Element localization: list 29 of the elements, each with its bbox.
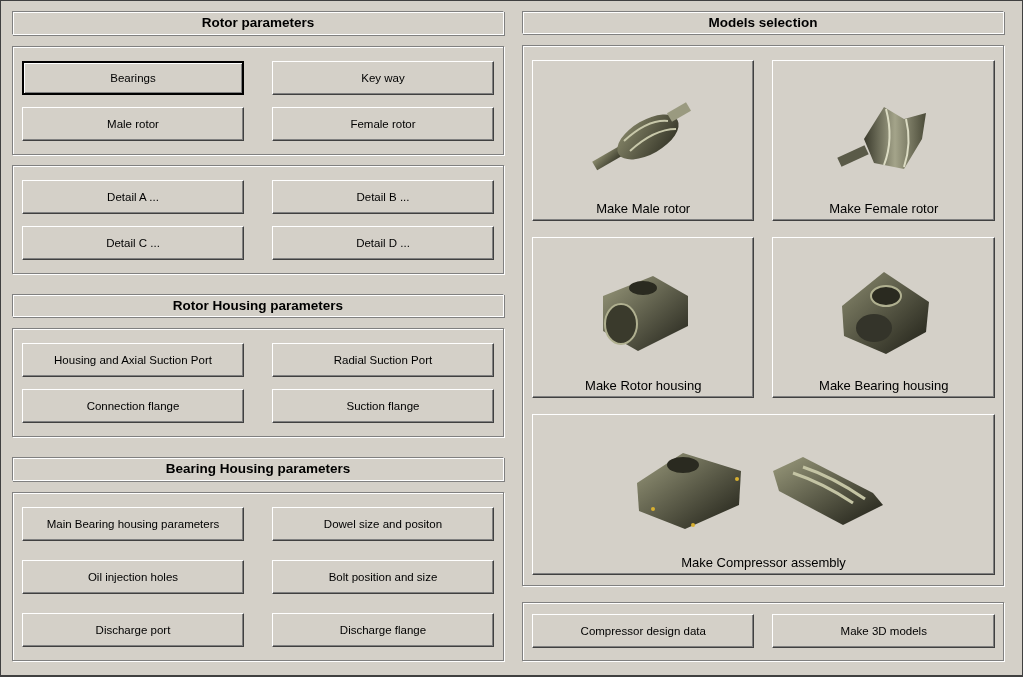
model-button[interactable]: Make Compressor assembly (532, 414, 995, 575)
section-title: Bearing Housing parameters (12, 457, 504, 481)
model-button[interactable]: Make Bearing housing (772, 237, 995, 398)
parameter-button[interactable]: Housing and Axial Suction Port (22, 343, 244, 378)
action-button[interactable]: Make 3D models (772, 614, 995, 648)
parameter-button[interactable]: Female rotor (272, 106, 494, 141)
parameter-button[interactable]: Discharge port (22, 613, 244, 647)
parameter-button[interactable]: Bolt position and size (272, 560, 494, 594)
parameter-button[interactable]: Detail C ... (22, 225, 244, 260)
model-button[interactable]: Make Male rotor (532, 60, 755, 221)
parameter-button[interactable]: Connection flange (22, 389, 244, 424)
parameter-button[interactable]: Male rotor (22, 106, 244, 141)
parameter-button[interactable]: Detail D ... (272, 225, 494, 260)
parameter-button[interactable]: Discharge flange (272, 613, 494, 647)
parameter-button[interactable]: Radial Suction Port (272, 343, 494, 378)
parameter-button[interactable]: Detail A ... (22, 179, 244, 214)
section-title: Rotor parameters (12, 11, 504, 35)
parameter-button[interactable]: Detail B ... (272, 179, 494, 214)
parameter-button[interactable]: Oil injection holes (22, 560, 244, 594)
parameter-button[interactable]: Key way (272, 60, 494, 95)
parameter-button[interactable]: Bearings (22, 60, 244, 95)
parameter-button[interactable]: Dowel size and positon (272, 507, 494, 541)
model-button[interactable]: Make Rotor housing (532, 237, 755, 398)
model-button[interactable]: Make Female rotor (772, 60, 995, 221)
action-button[interactable]: Compressor design data (532, 614, 755, 648)
parameter-button[interactable]: Main Bearing housing parameters (22, 507, 244, 541)
section-title: Rotor Housing parameters (12, 293, 504, 318)
parameter-button[interactable]: Suction flange (272, 389, 494, 424)
section-title: Models selection (522, 11, 1004, 34)
